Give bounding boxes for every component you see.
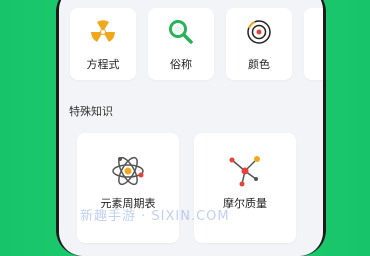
category-color-tile[interactable]: 颜色 [226,8,292,80]
color-disc-icon [245,18,273,50]
magnifier-icon [167,18,195,50]
watermark: 新趣手游 · SIXIN.COM [80,209,230,224]
category-label: 颜色 [248,58,270,71]
molecule-icon [225,151,265,195]
feature-molar-mass-card[interactable]: 摩尔质量 [194,133,296,243]
radiation-icon [89,18,117,50]
atom-icon [108,151,148,195]
category-common-name-tile[interactable]: 俗称 [148,8,214,80]
category-equation-tile[interactable]: 方程式 [70,8,136,80]
feature-periodic-table-card[interactable]: 元素周期表 [77,133,179,243]
category-more-tile[interactable] [304,8,323,80]
category-label: 方程式 [86,58,120,71]
section-title: 特殊知识 [69,105,113,118]
category-label: 俗称 [170,58,192,71]
